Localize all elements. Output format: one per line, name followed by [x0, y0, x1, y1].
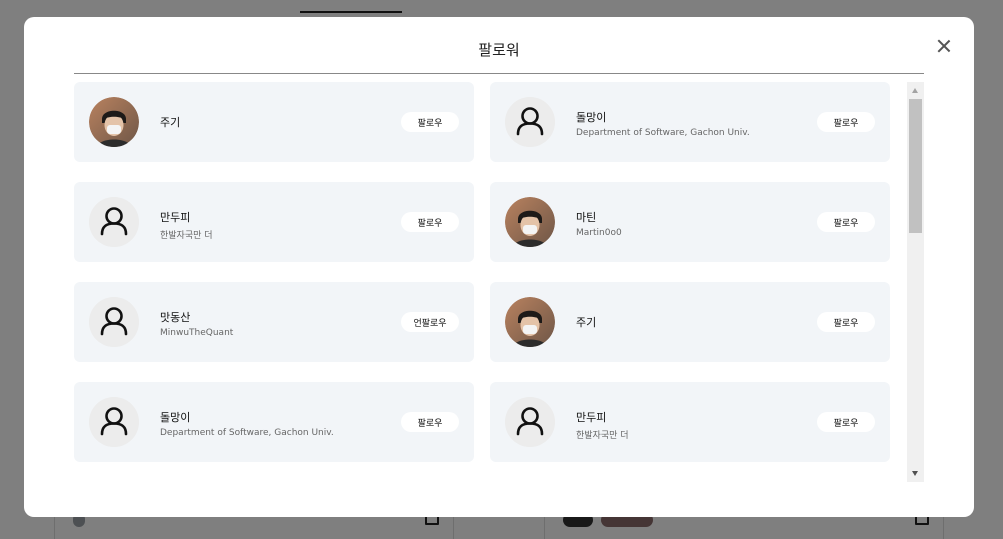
follower-bio: Department of Software, Gachon Univ. [160, 428, 334, 438]
follower-name[interactable]: 주기 [160, 114, 180, 130]
scroll-down-arrow-icon[interactable] [907, 465, 924, 482]
follower-card[interactable]: 돌망이 Department of Software, Gachon Univ. 팔… [74, 382, 474, 462]
follower-bio: 한발자국만 더 [576, 431, 629, 441]
followers-modal: 팔로워 주기 팔로우 돌망이 Department of Software, Gach… [24, 17, 974, 517]
follower-bio: MinwuTheQuant [160, 328, 234, 338]
user-icon[interactable] [505, 97, 555, 147]
avatar[interactable] [505, 197, 555, 247]
follower-card[interactable]: 주기 팔로우 [490, 282, 890, 362]
avatar[interactable] [505, 297, 555, 347]
close-icon[interactable] [936, 38, 952, 54]
avatar[interactable] [89, 97, 139, 147]
follower-card[interactable]: 돌망이 Department of Software, Gachon Univ. 팔… [490, 82, 890, 162]
user-icon[interactable] [89, 297, 139, 347]
follower-bio: Martin0o0 [576, 228, 622, 238]
follower-card[interactable]: 만두피한발자국만 더 팔로우 [490, 382, 890, 462]
follow-button[interactable]: 팔로우 [401, 212, 459, 232]
user-icon[interactable] [89, 197, 139, 247]
follower-card[interactable]: 맛동산 MinwuTheQuant 언팔로우 [74, 282, 474, 362]
follow-button[interactable]: 팔로우 [817, 312, 875, 332]
unfollow-button[interactable]: 언팔로우 [401, 312, 459, 332]
follower-card[interactable]: 마틴 Martin0o0 팔로우 [490, 182, 890, 262]
scrollbar[interactable] [907, 82, 924, 482]
user-icon[interactable] [89, 397, 139, 447]
follower-name[interactable]: 돌망이 [160, 409, 190, 425]
follow-button[interactable]: 팔로우 [401, 112, 459, 132]
follower-bio: Department of Software, Gachon Univ. [576, 128, 750, 138]
follow-button[interactable]: 팔로우 [817, 112, 875, 132]
follower-list: 주기 팔로우 돌망이 Department of Software, Gachon U… [74, 82, 894, 482]
follower-name[interactable]: 만두피 [160, 209, 190, 225]
scrollbar-thumb[interactable] [909, 99, 922, 233]
follower-name[interactable]: 맛동산 [160, 309, 190, 325]
follower-card[interactable]: 만두피한발자국만 더 팔로우 [74, 182, 474, 262]
follower-card[interactable]: 주기 팔로우 [74, 82, 474, 162]
follow-button[interactable]: 팔로우 [817, 212, 875, 232]
follower-name[interactable]: 마틴 [576, 209, 596, 225]
follower-bio: 한발자국만 더 [160, 231, 213, 241]
title-divider [74, 73, 924, 74]
modal-title: 팔로워 [478, 41, 520, 59]
scroll-up-arrow-icon[interactable] [907, 82, 924, 99]
user-icon[interactable] [505, 397, 555, 447]
follower-name[interactable]: 돌망이 [576, 109, 606, 125]
follow-button[interactable]: 팔로우 [817, 412, 875, 432]
follower-name[interactable]: 만두피 [576, 409, 606, 425]
follower-name[interactable]: 주기 [576, 314, 596, 330]
follow-button[interactable]: 팔로우 [401, 412, 459, 432]
